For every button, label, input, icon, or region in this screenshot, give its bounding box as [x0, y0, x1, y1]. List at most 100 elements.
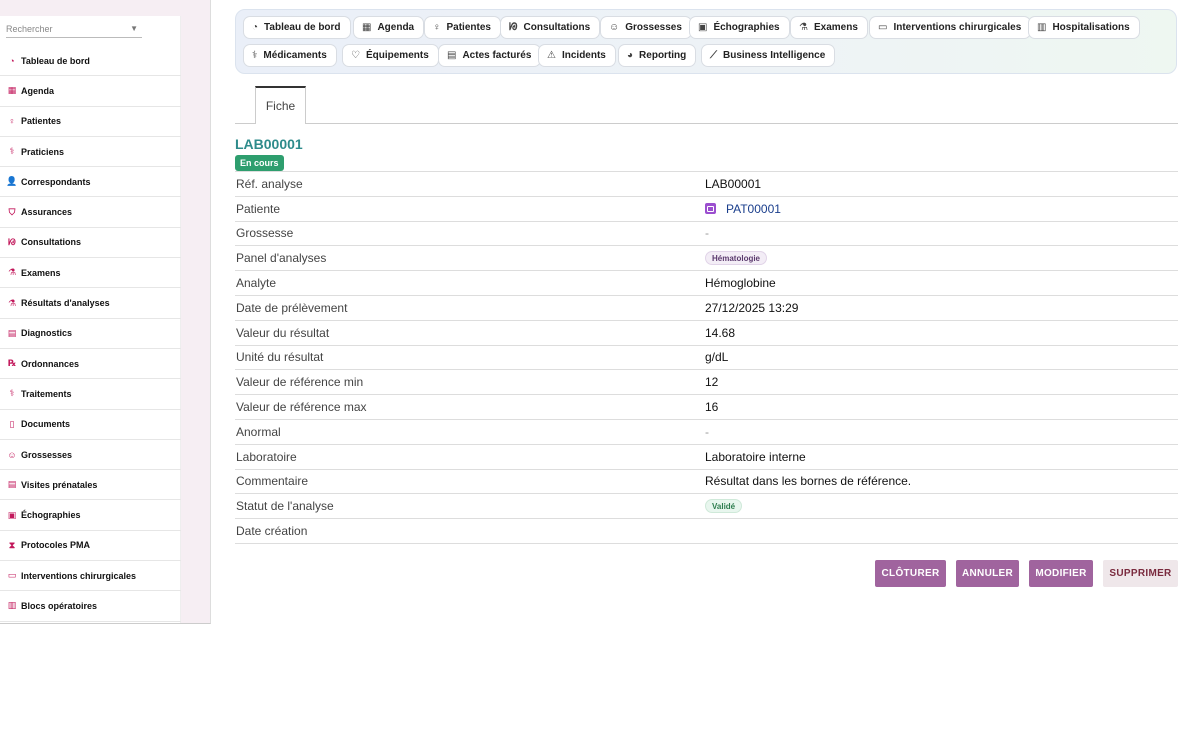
sidebar-item-label: Ordonnances: [21, 358, 80, 369]
field-row: Date création: [235, 519, 1178, 544]
topnav-equipements[interactable]: ♡ Équipements: [342, 44, 439, 67]
sidebar-item-label: Diagnostics: [21, 328, 73, 339]
panel-chip: Hématologie: [705, 251, 768, 266]
user-icon: 👤: [6, 176, 18, 187]
sidebar-item-label: Interventions chirurgicales: [21, 570, 137, 581]
tab-fiche[interactable]: Fiche: [255, 86, 306, 124]
topnav-label: Actes facturés: [462, 50, 532, 61]
annuler-button[interactable]: ANNULER: [956, 560, 1019, 587]
patient-icon: [705, 203, 716, 215]
topnav-medicaments[interactable]: ⚕ Médicaments: [243, 44, 337, 67]
topnav-incidents[interactable]: ⚠ Incidents: [538, 44, 616, 67]
topnav-label: Interventions chirurgicales: [893, 22, 1022, 33]
sidebar-item-diagnostics[interactable]: ▤ Diagnostics: [0, 319, 181, 349]
sidebar-item-traitements[interactable]: ⚕ Traitements: [0, 379, 181, 410]
baby-icon: ☺: [609, 22, 620, 33]
stethoscope-icon: ᘘ: [509, 22, 518, 33]
sidebar-item-label: Correspondants: [21, 176, 91, 187]
topnav-tableau-de-bord[interactable]: ◔ Tableau de bord: [243, 16, 351, 39]
sidebar-item-label: Échographies: [21, 510, 81, 521]
topnav-grossesses[interactable]: ☺ Grossesses: [600, 16, 692, 39]
sidebar-item-echographies[interactable]: ▣ Échographies: [0, 500, 181, 531]
field-value: Validé: [705, 494, 743, 518]
topnav-actes-factures[interactable]: ▤ Actes facturés: [438, 44, 542, 67]
field-row: Laboratoire Laboratoire interne: [235, 445, 1178, 470]
topnav-label: Consultations: [523, 22, 591, 33]
pills-icon: ⚕: [252, 50, 258, 61]
topnav-reporting[interactable]: ◕ Reporting: [618, 44, 697, 67]
field-label: Date de prélèvement: [236, 300, 348, 315]
cloturer-button[interactable]: CLÔTURER: [875, 560, 946, 587]
topnav-agenda[interactable]: ▦ Agenda: [353, 16, 425, 39]
sidebar-item-label: Patientes: [21, 116, 62, 127]
monitor-icon: ▣: [7, 509, 17, 520]
topnav-hospitalisations[interactable]: ▥ Hospitalisations: [1028, 16, 1140, 39]
sidebar-item-documents[interactable]: ▯ Documents: [0, 410, 181, 440]
sidebar-item-tableau-de-bord[interactable]: ◔ Tableau de bord: [0, 46, 181, 77]
sidebar-item-grossesses[interactable]: ☺ Grossesses: [0, 440, 181, 471]
status-badge: En cours: [235, 155, 284, 171]
patient-link[interactable]: PAT00001: [705, 197, 781, 221]
module-bar: ◔ Tableau de bord ▦ Agenda ♀ Patientes ᘘ Con…: [235, 9, 1177, 74]
sidebar-item-blocs-operatoires[interactable]: ▥ Blocs opératoires: [0, 591, 181, 622]
field-label: Unité du résultat: [236, 350, 324, 365]
field-row: Panel d'analyses Hématologie: [235, 246, 1178, 272]
sidebar-item-visites-prenatales[interactable]: ▤ Visites prénatales: [0, 470, 181, 501]
field-label: Panel d'analyses: [236, 251, 327, 266]
sidebar-item-label: Assurances: [21, 207, 73, 218]
field-value: Laboratoire interne: [705, 449, 806, 464]
sidebar-item-label: Consultations: [21, 237, 81, 248]
patient-link-label[interactable]: PAT00001: [726, 202, 781, 216]
clipboard-icon: ▤: [7, 327, 17, 338]
modifier-button[interactable]: MODIFIER: [1029, 560, 1093, 587]
line-chart-icon: ⟋: [710, 50, 717, 61]
flask-icon: ⚗: [7, 297, 17, 308]
field-value: Hématologie: [705, 246, 768, 270]
sidebar: Rechercher ▼ ◔ Tableau de bord ▦ Agenda ♀ P…: [0, 16, 181, 623]
invoice-icon: ▤: [447, 50, 457, 61]
topnav-label: Hospitalisations: [1052, 22, 1130, 33]
topnav-label: Tableau de bord: [264, 22, 341, 33]
sidebar-item-correspondants[interactable]: 👤 Correspondants: [0, 167, 181, 198]
sidebar-item-patientes[interactable]: ♀ Patientes: [0, 107, 181, 137]
supprimer-button[interactable]: SUPPRIMER: [1103, 560, 1178, 587]
sidebar-item-label: Agenda: [21, 85, 55, 96]
topnav-interventions-chirurgicales[interactable]: ▭ Interventions chirurgicales: [869, 16, 1032, 39]
topnav-examens[interactable]: ⚗ Examens: [790, 16, 868, 39]
field-value: Hémoglobine: [705, 276, 776, 291]
tab-bar: Fiche: [235, 86, 1178, 124]
sidebar-item-label: Examens: [21, 267, 61, 278]
sidebar-item-protocoles-pma[interactable]: ⧗ Protocoles PMA: [0, 531, 181, 562]
sidebar-item-agenda[interactable]: ▦ Agenda: [0, 76, 181, 107]
detail-table: Réf. analyse LAB00001 Patiente PAT00001 Gr…: [235, 171, 1178, 544]
sidebar-item-label: Tableau de bord: [21, 55, 90, 66]
sidebar-item-interventions-chirurgicales[interactable]: ▭ Interventions chirurgicales: [0, 561, 181, 592]
sidebar-item-examens[interactable]: ⚗ Examens: [0, 258, 181, 289]
sidebar-item-consultations[interactable]: ᘘ Consultations: [0, 228, 181, 259]
topnav-consultations[interactable]: ᘘ Consultations: [500, 16, 601, 39]
field-label: Grossesse: [236, 226, 294, 241]
stethoscope-icon: ᘘ: [8, 236, 16, 247]
topnav-business-intelligence[interactable]: ⟋ Business Intelligence: [701, 44, 836, 67]
baby-icon: ☺: [7, 449, 17, 460]
field-value: -: [705, 424, 709, 439]
chevron-down-icon[interactable]: ▼: [130, 24, 138, 33]
field-value: LAB00001: [705, 176, 762, 191]
topnav-echographies[interactable]: ▣ Échographies: [689, 16, 790, 39]
sidebar-item-praticiens[interactable]: ⚕ Praticiens: [0, 137, 181, 168]
sidebar-item-ordonnances[interactable]: ℞ Ordonnances: [0, 349, 181, 380]
calendar-icon: ▦: [7, 85, 17, 96]
field-label: Valeur de référence max: [236, 400, 367, 415]
search-input[interactable]: Rechercher ▼: [6, 20, 142, 38]
calendar-icon: ▦: [362, 22, 372, 33]
prescription-icon: ℞: [7, 358, 17, 369]
topnav-label: Examens: [813, 22, 858, 33]
sidebar-item-assurances[interactable]: ⛉ Assurances: [0, 197, 181, 228]
field-row: Analyte Hémoglobine: [235, 271, 1178, 296]
topnav-label: Reporting: [639, 50, 687, 61]
topnav-label: Patientes: [446, 22, 491, 33]
field-value: -: [705, 226, 709, 241]
field-row: Commentaire Résultat dans les bornes de r…: [235, 470, 1178, 495]
sidebar-item-resultats-analyses[interactable]: ⚗ Résultats d'analyses: [0, 288, 181, 319]
topnav-patientes[interactable]: ♀ Patientes: [424, 16, 501, 39]
